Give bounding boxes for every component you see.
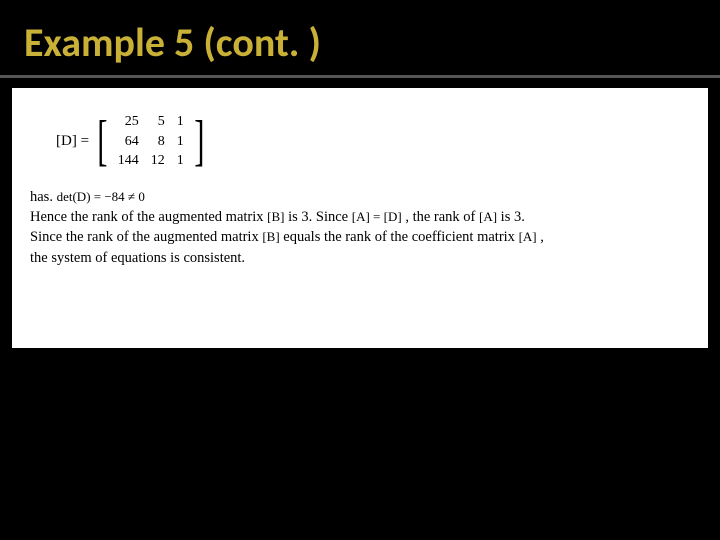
- matrix-equation: [D] = [ 25 5 1 64 8 1 144 12 1 ]: [56, 112, 690, 171]
- det-expression: det(D) = −84 ≠ 0: [57, 189, 145, 204]
- line3a: Since the rank of the augmented matrix: [30, 229, 262, 245]
- table-row: 64 8 1: [112, 132, 190, 152]
- table-row: 144 12 1: [112, 151, 190, 171]
- A-equals-D-token: [A] = [D]: [352, 209, 402, 224]
- left-bracket-icon: [: [97, 116, 107, 166]
- line2a: Hence the rank of the augmented matrix: [30, 209, 267, 225]
- line4: the system of equations is consistent.: [30, 250, 245, 266]
- line3c: ,: [540, 229, 544, 245]
- matrix-B-token: [B]: [262, 229, 279, 244]
- matrix-A-token: [A]: [519, 229, 537, 244]
- text-has: has.: [30, 189, 53, 205]
- line2b: is 3. Since: [288, 209, 352, 225]
- body-text: has. det(D) = −84 ≠ 0 Hence the rank of …: [30, 187, 690, 268]
- line2c: , the rank of: [405, 209, 479, 225]
- line3b: equals the rank of the coefficient matri…: [283, 229, 518, 245]
- matrix-A-token: [A]: [479, 209, 497, 224]
- content-area: [D] = [ 25 5 1 64 8 1 144 12 1 ] has. de…: [12, 88, 708, 348]
- matrix-body: 25 5 1 64 8 1 144 12 1: [112, 112, 190, 171]
- matrix-lhs: [D] =: [56, 131, 89, 152]
- table-row: 25 5 1: [112, 112, 190, 132]
- line2d: is 3.: [501, 209, 525, 225]
- right-bracket-icon: ]: [194, 116, 204, 166]
- matrix-B-token: [B]: [267, 209, 284, 224]
- slide-title: Example 5 (cont. ): [0, 0, 720, 78]
